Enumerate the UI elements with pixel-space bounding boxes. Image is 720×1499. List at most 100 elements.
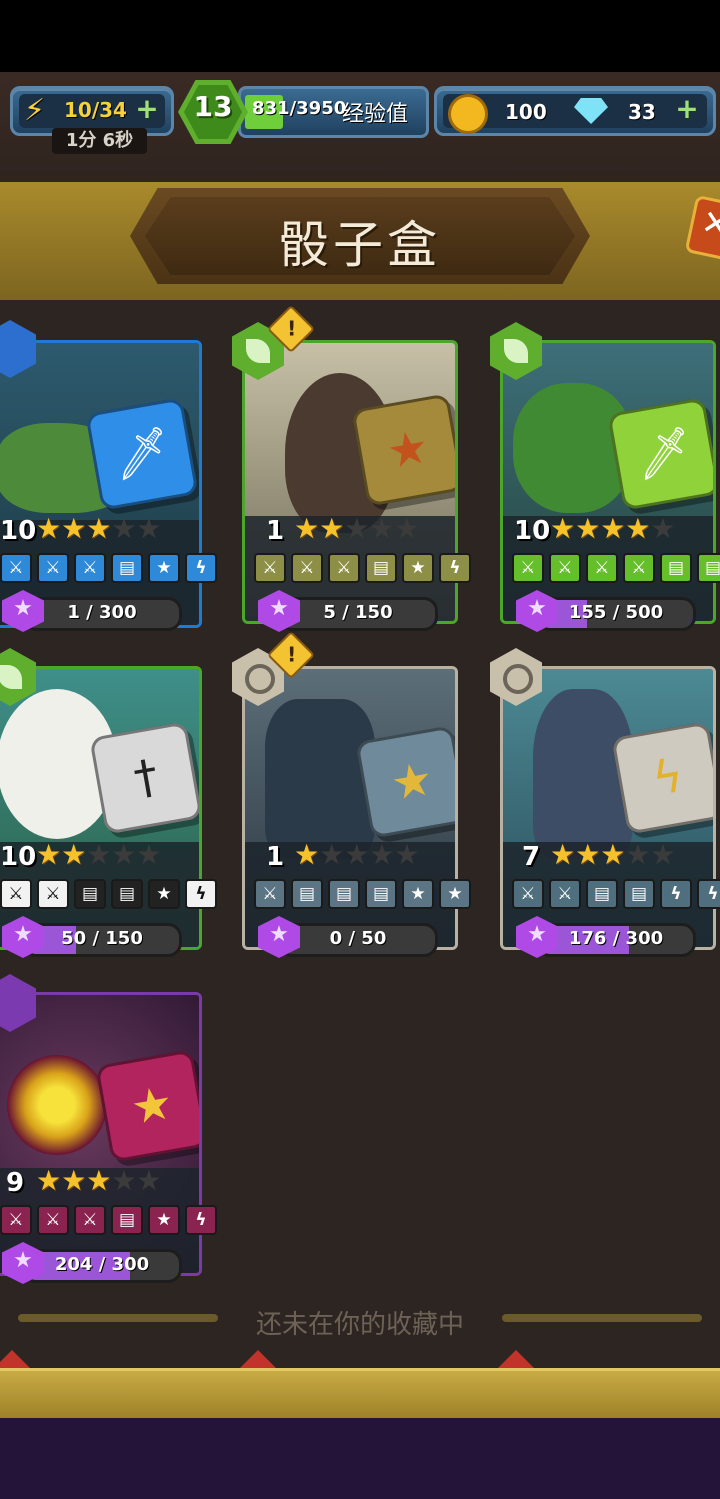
lightning-face-icon: ϟ bbox=[439, 553, 471, 583]
card-progress-bar: 176 / 300 bbox=[536, 923, 696, 957]
shield-face-icon: ▤ bbox=[660, 553, 692, 583]
shield-face-icon: ▤ bbox=[291, 879, 323, 909]
sword-face-icon: ⚔ bbox=[328, 553, 360, 583]
player-level: 13 bbox=[193, 90, 233, 123]
die-icon: 🗡 bbox=[607, 397, 713, 511]
sword-face-icon: ⚔ bbox=[37, 1205, 69, 1235]
red-marker bbox=[498, 1350, 534, 1368]
star-face-icon: ★ bbox=[148, 879, 180, 909]
card-progress-text: 176 / 300 bbox=[568, 928, 664, 949]
card-progress-bar: 204 / 300 bbox=[22, 1249, 182, 1283]
shield-face-icon: ▤ bbox=[328, 879, 360, 909]
xp-label: 经验值 bbox=[342, 102, 409, 127]
star-rating: ★★★★★ bbox=[36, 1164, 162, 1197]
sword-face-icon: ⚔ bbox=[0, 553, 32, 583]
sword-face-icon: ⚔ bbox=[549, 553, 581, 583]
lightning-face-icon: ϟ bbox=[185, 1205, 217, 1235]
card-progress-bar: 50 / 150 bbox=[22, 923, 182, 957]
star-rating: ★★★★★ bbox=[550, 838, 676, 871]
shield-face-icon: ▤ bbox=[111, 1205, 143, 1235]
bottom-frame bbox=[0, 1368, 720, 1421]
star-face-icon: ★ bbox=[402, 879, 434, 909]
card-level: 10 bbox=[0, 516, 37, 546]
gem-count: 33 bbox=[628, 100, 656, 124]
not-collected-label: 还未在你的收藏中 bbox=[255, 1310, 464, 1340]
card-progress-bar: 155 / 500 bbox=[536, 597, 696, 631]
card-progress-bar: 1 / 300 bbox=[22, 597, 182, 631]
star-face-icon: ★ bbox=[402, 553, 434, 583]
die-faces: ⚔ ⚔ ▤ ▤ ★ ϟ bbox=[0, 879, 217, 909]
coin-icon bbox=[448, 94, 488, 134]
add-gems-button[interactable]: + bbox=[674, 95, 700, 123]
creature-art bbox=[7, 1055, 107, 1155]
coin-count: 100 bbox=[505, 100, 547, 124]
star-rating: ★★★★★ bbox=[550, 512, 676, 545]
card-progress-bar: 5 / 150 bbox=[278, 597, 438, 631]
sword-face-icon: ⚔ bbox=[291, 553, 323, 583]
xp-value: 831/3950 bbox=[252, 98, 347, 119]
shield-face-icon: ▤ bbox=[365, 879, 397, 909]
energy-value: 10/34 bbox=[64, 98, 127, 122]
card-progress-text: 50 / 150 bbox=[61, 928, 143, 949]
star-face-icon: ★ bbox=[439, 879, 471, 909]
card-progress-text: 5 / 150 bbox=[323, 602, 393, 623]
die-faces: ⚔ ⚔ ▤ ▤ ϟ ϟ bbox=[512, 879, 720, 909]
die-faces: ⚔ ▤ ▤ ▤ ★ ★ bbox=[254, 879, 471, 909]
lightning-face-icon: ϟ bbox=[185, 879, 217, 909]
energy-timer: 1分 6秒 bbox=[52, 128, 147, 154]
star-rating: ★★★★★ bbox=[294, 838, 420, 871]
red-marker bbox=[0, 1350, 30, 1368]
star-rating: ★★★★★ bbox=[36, 512, 162, 545]
card-progress-text: 0 / 50 bbox=[329, 928, 387, 949]
die-faces: ⚔ ⚔ ⚔ ▤ ★ ϟ bbox=[0, 553, 217, 583]
add-energy-button[interactable]: + bbox=[134, 95, 160, 123]
sword-face-icon: ⚔ bbox=[512, 553, 544, 583]
page-title: 骰子盒 bbox=[279, 216, 441, 274]
card-level: 7 bbox=[522, 842, 541, 872]
card-level: 1 bbox=[266, 842, 285, 872]
shield-face-icon: ▤ bbox=[586, 879, 618, 909]
sword-face-icon: ⚔ bbox=[549, 879, 581, 909]
sword-face-icon: ⚔ bbox=[37, 879, 69, 909]
close-icon: ✕ bbox=[697, 201, 720, 247]
lightning-icon: ⚡ bbox=[24, 93, 46, 128]
sword-face-icon: ⚔ bbox=[586, 553, 618, 583]
lightning-face-icon: ϟ bbox=[185, 553, 217, 583]
star-face-icon: ★ bbox=[148, 553, 180, 583]
die-icon: ★ bbox=[351, 393, 455, 507]
die-icon: ★ bbox=[355, 725, 455, 839]
red-marker bbox=[240, 1350, 276, 1368]
star-rating: ★★★★★ bbox=[36, 838, 162, 871]
shield-face-icon: ▤ bbox=[623, 879, 655, 909]
die-faces: ⚔ ⚔ ⚔ ⚔ ▤ ▤ bbox=[512, 553, 720, 583]
die-faces: ⚔ ⚔ ⚔ ▤ ★ ϟ bbox=[0, 1205, 217, 1235]
bottom-bar bbox=[0, 1418, 720, 1499]
card-level: 9 bbox=[6, 1168, 25, 1198]
card-progress-text: 204 / 300 bbox=[54, 1254, 150, 1275]
card-level: 1 bbox=[266, 516, 285, 546]
die-icon: 🗡 bbox=[85, 397, 199, 511]
card-progress-text: 1 / 300 bbox=[67, 602, 137, 623]
card-level: 10 bbox=[514, 516, 551, 546]
sword-face-icon: ⚔ bbox=[512, 879, 544, 909]
die-icon: ★ bbox=[95, 1049, 199, 1163]
sword-face-icon: ⚔ bbox=[74, 1205, 106, 1235]
sword-face-icon: ⚔ bbox=[37, 553, 69, 583]
shield-face-icon: ▤ bbox=[365, 553, 397, 583]
die-icon: ϟ bbox=[611, 721, 713, 835]
card-progress-text: 155 / 500 bbox=[568, 602, 664, 623]
sword-face-icon: ⚔ bbox=[0, 1205, 32, 1235]
shield-face-icon: ▤ bbox=[111, 553, 143, 583]
lightning-face-icon: ϟ bbox=[660, 879, 692, 909]
card-level: 10 bbox=[0, 842, 37, 872]
shield-face-icon: ▤ bbox=[697, 553, 720, 583]
sword-face-icon: ⚔ bbox=[623, 553, 655, 583]
creature-art bbox=[265, 699, 375, 859]
status-bar bbox=[0, 0, 720, 72]
sword-face-icon: ⚔ bbox=[254, 879, 286, 909]
star-face-icon: ★ bbox=[148, 1205, 180, 1235]
star-rating: ★★★★★ bbox=[294, 512, 420, 545]
dice-card-1[interactable]: 🗡 bbox=[0, 340, 202, 628]
die-icon: † bbox=[89, 721, 199, 835]
card-progress-bar: 0 / 50 bbox=[278, 923, 438, 957]
